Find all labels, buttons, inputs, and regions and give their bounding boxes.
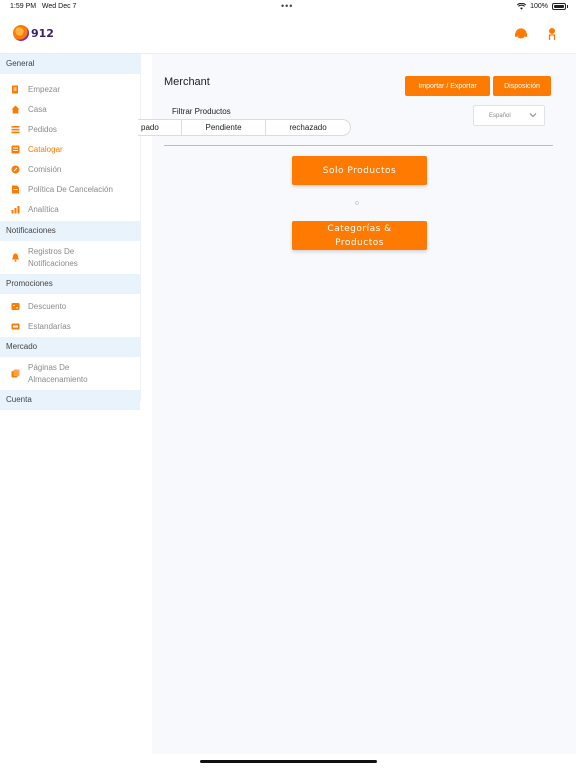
sidebar-item-analitica[interactable]: Analítica: [0, 199, 140, 219]
tab-pendiente[interactable]: Pendiente: [182, 120, 266, 135]
sidebar-item-label: Páginas De Almacenamiento: [28, 362, 88, 384]
filter-segmented-control: pado Pendiente rechazado: [138, 119, 351, 136]
document-edit-icon: [11, 85, 20, 94]
categories-products-button[interactable]: Categorías & Productos: [292, 221, 427, 250]
section-cuenta: Cuenta: [0, 390, 140, 410]
page-title: Merchant: [164, 76, 210, 88]
sidebar-item-label: Empezar: [28, 84, 61, 94]
app-header: 912: [0, 14, 576, 54]
multitask-dots[interactable]: •••: [281, 1, 293, 11]
sidebar-item-label: Registros De Notificaciones: [28, 246, 78, 268]
only-products-button[interactable]: Solo Productos: [292, 156, 427, 185]
sidebar-item-catalogar[interactable]: Catalogar: [0, 139, 140, 159]
logo-mark-icon: [13, 25, 29, 41]
user-profile-icon[interactable]: [545, 27, 559, 41]
wifi-icon: [517, 3, 527, 10]
section-mercado: Mercado: [0, 337, 140, 357]
sidebar-item-empezar[interactable]: Empezar: [0, 79, 140, 99]
battery-icon: [552, 3, 566, 10]
language-value: Español: [489, 113, 511, 119]
support-headset-icon[interactable]: [514, 27, 528, 41]
layout-button[interactable]: Disposición: [493, 76, 551, 96]
language-select[interactable]: Español: [473, 105, 545, 126]
chart-icon: [11, 205, 20, 214]
sidebar-item-label: Casa: [28, 104, 47, 114]
banner-icon: [11, 322, 20, 331]
battery-tip: [567, 5, 568, 8]
divider: [164, 145, 553, 146]
sidebar-item-pedidos[interactable]: Pedidos: [0, 119, 140, 139]
bell-icon: [11, 253, 20, 262]
policy-icon: [11, 185, 20, 194]
sidebar-item-estandarias[interactable]: Estandarías: [0, 316, 140, 336]
catalog-icon: [11, 145, 20, 154]
sidebar-item-label: Comisión: [28, 164, 62, 174]
sidebar-item-comision[interactable]: Comisión: [0, 159, 140, 179]
chevron-down-icon: [529, 113, 537, 118]
sidebar: General Empezar Casa Pedidos Catalogar C…: [0, 54, 141, 410]
status-time: 1:59 PM Wed Dec 7: [10, 3, 77, 10]
categories-products-label: Categorías & Productos: [327, 223, 392, 248]
sidebar-item-paginas-almacenamiento[interactable]: Páginas De Almacenamiento: [0, 357, 140, 390]
logo[interactable]: 912: [13, 25, 54, 41]
tab-aprobado[interactable]: pado: [138, 120, 182, 135]
section-promociones: Promociones: [0, 274, 140, 294]
filter-label: Filtrar Productos: [172, 107, 231, 116]
list-icon: [11, 125, 20, 134]
sidebar-item-label: Estandarías: [28, 321, 71, 331]
discount-icon: [11, 302, 20, 311]
section-notificaciones: Notificaciones: [0, 221, 140, 241]
status-bar: 1:59 PM Wed Dec 7 ••• 100%: [0, 0, 576, 14]
battery-percent: 100%: [530, 3, 548, 10]
status-right: 100%: [517, 3, 568, 10]
sidebar-item-label: Política De Cancelación: [28, 184, 113, 194]
home-indicator[interactable]: [200, 760, 377, 763]
main-content: Merchant Importar / Exportar Disposición…: [138, 54, 576, 754]
pages-icon: [11, 369, 20, 378]
logo-text: 912: [31, 26, 54, 40]
tab-rechazado[interactable]: rechazado: [266, 120, 350, 135]
import-export-button[interactable]: Importar / Exportar: [405, 76, 490, 96]
percent-icon: [11, 165, 20, 174]
sidebar-item-casa[interactable]: Casa: [0, 99, 140, 119]
sidebar-item-registros-notificaciones[interactable]: Registros De Notificaciones: [0, 241, 140, 274]
section-general: General: [0, 54, 140, 74]
sidebar-item-label: Catalogar: [28, 144, 63, 154]
sidebar-item-politica-cancelacion[interactable]: Política De Cancelación: [0, 179, 140, 199]
sidebar-item-label: Descuento: [28, 301, 67, 311]
sidebar-item-label: Pedidos: [28, 124, 57, 134]
or-separator: o: [355, 200, 359, 207]
sidebar-item-label: Analítica: [28, 204, 59, 214]
home-icon: [11, 105, 20, 114]
sidebar-item-descuento[interactable]: Descuento: [0, 296, 140, 316]
